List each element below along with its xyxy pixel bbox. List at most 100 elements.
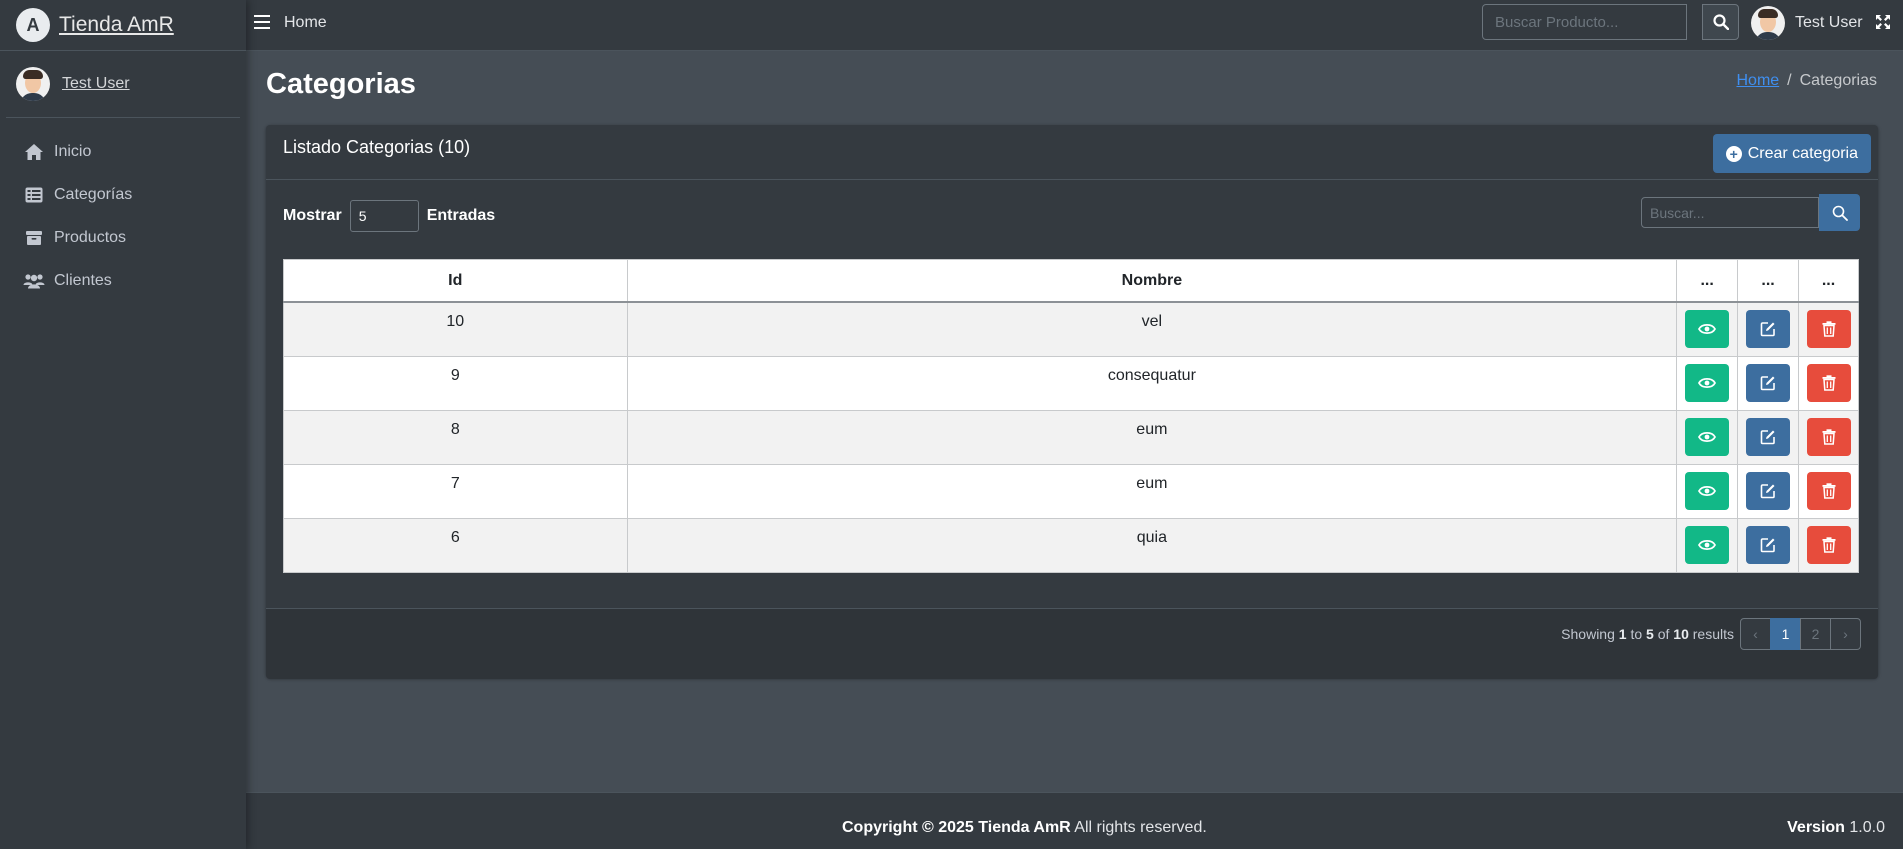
box-icon [22, 228, 46, 248]
view-button[interactable] [1685, 418, 1730, 456]
table-row: 9 consequatur [283, 355, 1859, 411]
categories-card: Listado Categorias (10) + Crear categori… [266, 125, 1878, 679]
topbar-avatar[interactable] [1751, 6, 1785, 40]
column-header-view: ... [1676, 259, 1739, 303]
cell-nombre: quia [626, 517, 1678, 573]
user-panel: Test User [6, 51, 240, 118]
entries-control: Mostrar Entradas [283, 200, 495, 232]
edit-button[interactable] [1746, 472, 1791, 510]
sidebar-item-productos[interactable]: Productos [0, 216, 246, 259]
sidebar-item-inicio[interactable]: Inicio [0, 130, 246, 173]
search-icon [1712, 14, 1729, 30]
column-header-delete: ... [1798, 259, 1859, 303]
top-home-link[interactable]: Home [284, 14, 327, 32]
pagination-summary: Showing 1 to 5 of 10 results [1561, 626, 1734, 642]
cell-edit [1737, 355, 1800, 411]
pagination-page-1[interactable]: 1 [1770, 618, 1801, 650]
fullscreen-icon[interactable] [1875, 14, 1891, 35]
top-search [1482, 4, 1687, 40]
cell-id: 8 [283, 409, 628, 465]
create-category-button[interactable]: + Crear categoria [1712, 134, 1871, 173]
table-search-button[interactable] [1819, 194, 1860, 231]
column-header-edit: ... [1737, 259, 1800, 303]
pagination-prev-button[interactable]: ‹ [1740, 618, 1771, 650]
sidebar-user-name[interactable]: Test User [62, 75, 130, 93]
brand-name[interactable]: Tienda AmR [59, 13, 174, 37]
cell-view [1676, 517, 1739, 573]
trash-icon [1822, 375, 1836, 391]
column-header-id: Id [283, 259, 628, 303]
sidebar-item-categorias[interactable]: Categorías [0, 173, 246, 216]
card-header: Listado Categorias (10) + Crear categori… [266, 125, 1878, 180]
top-search-button[interactable] [1702, 4, 1739, 40]
eye-icon [1698, 377, 1717, 389]
card-title: Listado Categorias (10) [283, 137, 471, 157]
card-footer: Showing 1 to 5 of 10 results ‹ 1 2 › [266, 608, 1878, 679]
trash-icon [1822, 321, 1836, 337]
cell-id: 7 [283, 463, 628, 519]
pagination-page-2[interactable]: 2 [1800, 618, 1831, 650]
view-button[interactable] [1685, 526, 1730, 564]
page-title: Categorias [266, 68, 416, 100]
trash-icon [1822, 429, 1836, 445]
delete-button[interactable] [1806, 472, 1851, 510]
delete-button[interactable] [1806, 310, 1851, 349]
search-icon [1832, 205, 1848, 221]
trash-icon [1822, 537, 1836, 553]
brand-link[interactable]: A Tienda AmR [0, 0, 246, 51]
edit-icon [1760, 322, 1775, 337]
version-text: Version 1.0.0 [1787, 819, 1885, 836]
table-row: 10 vel [283, 301, 1859, 357]
home-icon [22, 142, 46, 162]
cell-edit [1737, 463, 1800, 519]
eye-icon [1698, 431, 1717, 443]
cell-view [1676, 355, 1739, 411]
topbar: Home Test User [246, 0, 1903, 51]
cell-delete [1798, 463, 1859, 519]
delete-button[interactable] [1806, 364, 1851, 402]
delete-button[interactable] [1806, 526, 1851, 564]
pagination-next-button[interactable]: › [1830, 618, 1861, 650]
hamburger-menu-icon[interactable] [254, 15, 270, 29]
delete-button[interactable] [1806, 418, 1851, 456]
table-list-icon [22, 185, 46, 205]
plus-circle-icon: + [1725, 145, 1742, 162]
eye-icon [1698, 539, 1717, 551]
cell-nombre: consequatur [626, 355, 1678, 411]
cell-nombre: eum [626, 463, 1678, 519]
cell-view [1676, 409, 1739, 465]
edit-button[interactable] [1746, 418, 1791, 456]
cell-id: 9 [283, 355, 628, 411]
sidebar-item-clientes[interactable]: Clientes [0, 259, 246, 302]
edit-button[interactable] [1746, 310, 1791, 349]
avatar [16, 67, 50, 101]
pagination: ‹ 1 2 › [1740, 618, 1861, 650]
users-icon [22, 271, 46, 291]
eye-icon [1698, 324, 1717, 335]
column-header-nombre: Nombre [626, 259, 1678, 303]
cell-id: 6 [283, 517, 628, 573]
table-search-input[interactable] [1641, 197, 1819, 228]
edit-button[interactable] [1746, 364, 1791, 402]
cell-nombre: vel [626, 301, 1678, 357]
table-row: 7 eum [283, 463, 1859, 519]
view-button[interactable] [1685, 472, 1730, 510]
topbar-user-name[interactable]: Test User [1795, 14, 1863, 32]
breadcrumb-home-link[interactable]: Home [1736, 72, 1779, 90]
eye-icon [1698, 485, 1717, 497]
cell-id: 10 [283, 301, 628, 357]
view-button[interactable] [1685, 364, 1730, 402]
brand-logo: A [16, 8, 50, 42]
cell-delete [1798, 409, 1859, 465]
sidebar-nav: Inicio Categorías Productos Clientes [0, 130, 246, 302]
edit-button[interactable] [1746, 526, 1791, 564]
entries-per-page-input[interactable] [349, 200, 419, 232]
view-button[interactable] [1685, 310, 1730, 349]
table-search [1641, 194, 1860, 231]
table-row: 8 eum [283, 409, 1859, 465]
show-label: Mostrar [283, 207, 342, 224]
product-search-input[interactable] [1482, 4, 1687, 40]
breadcrumb-separator: / [1787, 72, 1792, 89]
copyright-text: Copyright © 2025 Tienda AmR All rights r… [842, 819, 1207, 836]
sidebar-item-label: Categorías [54, 185, 133, 203]
